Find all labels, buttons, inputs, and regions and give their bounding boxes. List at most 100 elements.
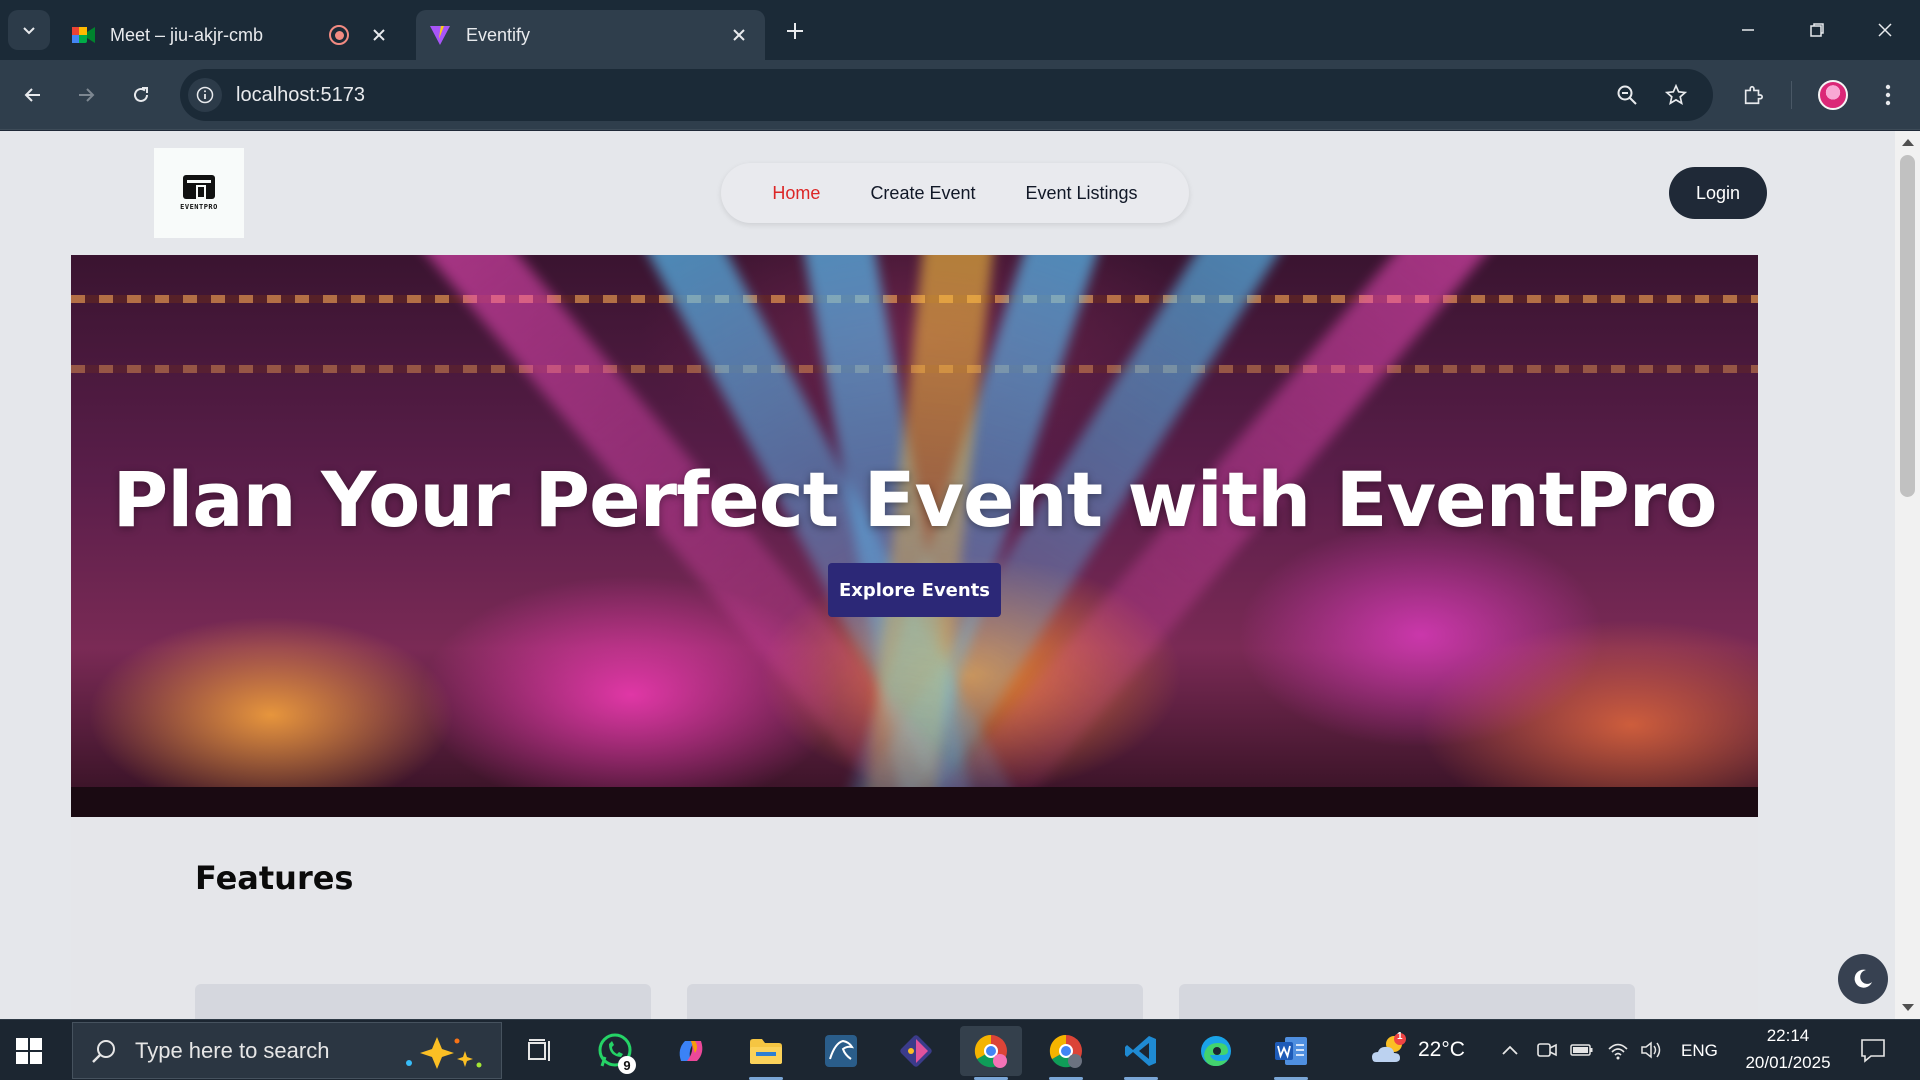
taskbar-file-explorer[interactable] (735, 1026, 797, 1080)
zoom-icon[interactable] (1610, 78, 1644, 112)
tab-eventify[interactable]: Eventify (416, 10, 765, 60)
stage-truss (71, 295, 1758, 303)
vite-icon (428, 23, 452, 47)
windows-logo-icon (16, 1038, 42, 1064)
minimize-icon (1742, 29, 1754, 31)
tab-search-button[interactable] (8, 10, 50, 50)
task-view-icon (528, 1039, 550, 1061)
restore-button[interactable] (1792, 8, 1842, 52)
features-heading: Features (195, 859, 354, 897)
site-logo[interactable]: EVENTPRO (154, 148, 244, 238)
nav-link-event-listings[interactable]: Event Listings (1026, 183, 1138, 204)
feature-card (687, 984, 1143, 1019)
taskbar-edge[interactable] (1185, 1026, 1247, 1076)
taskbar-copilot[interactable] (660, 1026, 722, 1076)
bookmark-star-icon[interactable] (1659, 78, 1693, 112)
scroll-down-arrow-icon[interactable] (1902, 1004, 1914, 1011)
windows-start-button[interactable] (14, 1036, 44, 1066)
notification-badge: 9 (618, 1056, 636, 1074)
hero-headline: Plan Your Perfect Event with EventPro (112, 455, 1718, 544)
battery-icon[interactable] (1568, 1036, 1596, 1064)
browser-tab-strip: Meet – jiu-akjr-cmb Eventify (0, 0, 1920, 60)
language-indicator[interactable]: ENG (1681, 1041, 1718, 1061)
features-section: Features (71, 817, 1758, 1019)
hero-banner: Plan Your Perfect Event with EventPro Ex… (71, 255, 1758, 817)
taskbar-mysql-workbench[interactable] (810, 1026, 872, 1076)
volume-icon[interactable] (1638, 1036, 1666, 1064)
arrow-right-icon (79, 88, 95, 102)
google-meet-icon (72, 23, 96, 47)
edge-icon (1201, 1036, 1231, 1066)
snipping-tool-icon (900, 1035, 932, 1067)
back-button[interactable] (13, 75, 53, 115)
chrome-icon (1049, 1034, 1082, 1068)
clock-date[interactable]: 20/01/2025 (1734, 1053, 1842, 1073)
search-icon (89, 1036, 119, 1066)
close-icon (1878, 23, 1892, 37)
tab-meet[interactable]: Meet – jiu-akjr-cmb (60, 10, 405, 60)
windows-taskbar: Type here to search 9 1 22°C ENG 22:14 2… (0, 1019, 1920, 1080)
scrollbar-thumb[interactable] (1900, 155, 1915, 497)
site-info-icon[interactable] (188, 78, 222, 112)
reload-button[interactable] (121, 75, 161, 115)
taskbar-snipping-tool[interactable] (885, 1026, 947, 1076)
taskbar-vscode[interactable] (1110, 1026, 1172, 1080)
word-icon (1275, 1037, 1307, 1065)
taskbar-chrome-profile-1[interactable] (960, 1026, 1022, 1080)
address-bar[interactable]: localhost:5173 (180, 69, 1713, 121)
meet-now-icon[interactable] (1533, 1036, 1561, 1064)
weather-badge: 1 (1397, 1031, 1403, 1042)
profile-button[interactable] (1813, 75, 1853, 115)
explore-events-button[interactable]: Explore Events (828, 563, 1001, 617)
copilot-icon (679, 1041, 703, 1061)
new-tab-button[interactable] (778, 14, 812, 48)
folder-icon (750, 1039, 782, 1064)
puzzle-icon (1744, 85, 1763, 105)
plus-icon (787, 23, 803, 39)
feature-card (1179, 984, 1635, 1019)
restore-icon (1810, 23, 1824, 37)
logo-box-icon (183, 175, 215, 199)
dark-mode-toggle[interactable] (1838, 954, 1888, 1004)
page-viewport: EVENTPRO Home Create Event Event Listing… (0, 131, 1895, 1019)
clock-time[interactable]: 22:14 (1740, 1026, 1836, 1046)
notifications-icon[interactable] (1856, 1033, 1890, 1067)
task-view-button[interactable] (509, 1026, 571, 1076)
reload-icon (134, 87, 148, 102)
mysql-workbench-icon (825, 1035, 857, 1067)
taskbar-word[interactable] (1260, 1026, 1322, 1080)
forward-button[interactable] (66, 75, 106, 115)
temperature-text: 22°C (1418, 1038, 1465, 1061)
taskbar-whatsapp[interactable]: 9 (584, 1026, 646, 1076)
moon-icon (1854, 969, 1872, 988)
nav-link-home[interactable]: Home (772, 183, 820, 204)
extensions-button[interactable] (1733, 75, 1773, 115)
close-window-button[interactable] (1860, 8, 1910, 52)
wifi-icon[interactable] (1604, 1036, 1632, 1064)
login-button[interactable]: Login (1669, 167, 1767, 219)
search-placeholder: Type here to search (135, 1037, 330, 1063)
crowd-silhouette (71, 747, 1758, 817)
chevron-down-icon (23, 27, 35, 35)
toolbar-divider (1791, 81, 1792, 109)
browser-toolbar: localhost:5173 (0, 60, 1920, 130)
taskbar-search[interactable]: Type here to search (72, 1022, 502, 1079)
url-text: localhost:5173 (236, 83, 365, 106)
tab-title: Meet – jiu-akjr-cmb (110, 24, 264, 45)
copilot-sparkle-icon (406, 1037, 482, 1069)
close-tab-icon[interactable] (727, 23, 751, 47)
more-vertical-icon (1885, 84, 1891, 106)
logo-text: EVENTPRO (180, 203, 218, 211)
vscode-icon (1125, 1036, 1156, 1066)
weather-icon[interactable]: 1 (1370, 1031, 1410, 1068)
nav-link-create-event[interactable]: Create Event (870, 183, 975, 204)
main-nav: Home Create Event Event Listings (721, 163, 1189, 223)
taskbar-chrome-profile-2[interactable] (1035, 1026, 1097, 1080)
scroll-up-arrow-icon[interactable] (1902, 139, 1914, 146)
browser-menu-button[interactable] (1868, 75, 1908, 115)
avatar (1818, 80, 1848, 110)
show-hidden-icons-chevron-icon[interactable] (1496, 1036, 1524, 1064)
close-tab-icon[interactable] (367, 23, 391, 47)
page-scrollbar[interactable] (1895, 131, 1920, 1019)
minimize-button[interactable] (1723, 8, 1773, 52)
